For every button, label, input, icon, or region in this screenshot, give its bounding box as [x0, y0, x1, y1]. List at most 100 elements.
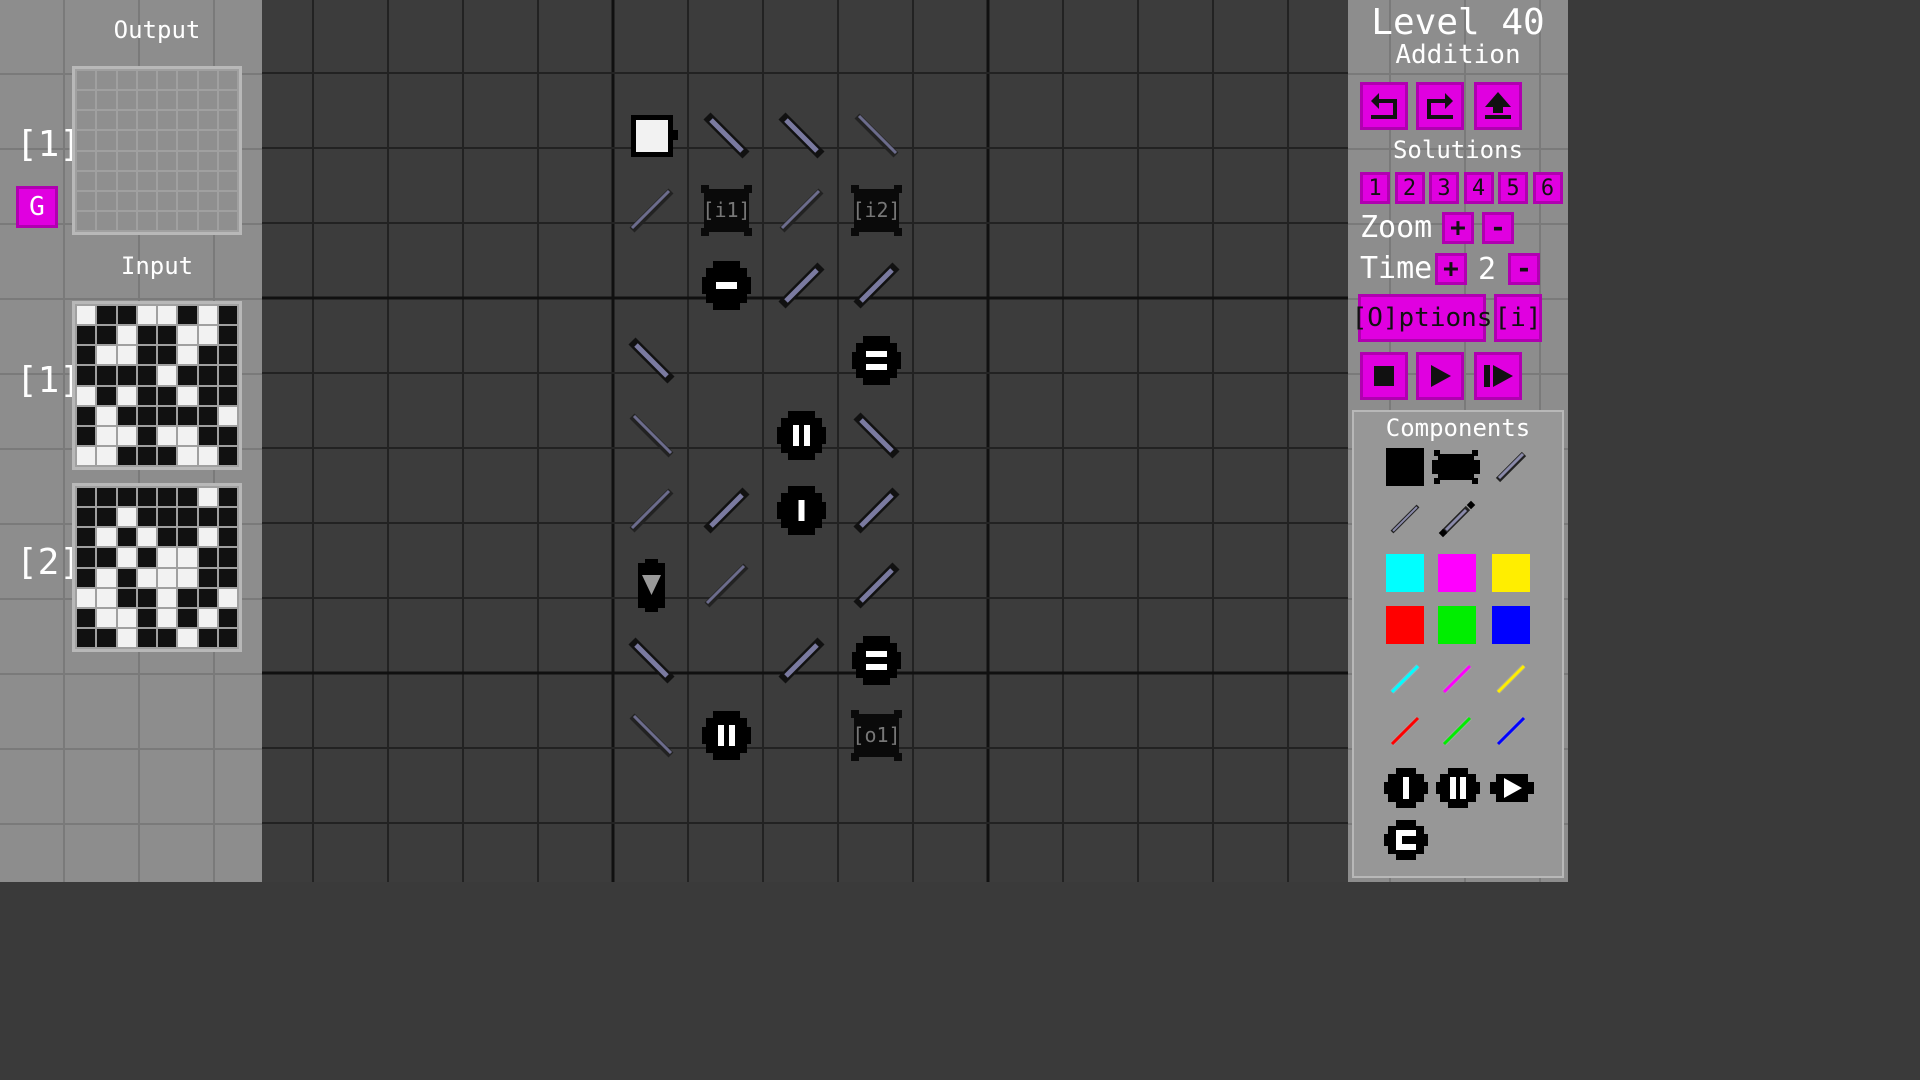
input-1-pixel	[77, 386, 96, 405]
components-title: Components	[1385, 414, 1531, 442]
board-thin-wire[interactable]	[689, 548, 764, 623]
board-wire[interactable]	[839, 548, 914, 623]
board-wire[interactable]	[689, 473, 764, 548]
red-wire-component[interactable]	[1386, 712, 1424, 750]
yellow-wire-component[interactable]	[1492, 660, 1530, 698]
solution-4-button[interactable]: 4	[1463, 172, 1494, 204]
play-button[interactable]	[1416, 352, 1464, 400]
options-button[interactable]: [O]ptions	[1352, 294, 1492, 342]
board-wire[interactable]	[614, 623, 689, 698]
stop-button[interactable]	[1360, 352, 1408, 400]
output-pixel	[198, 171, 217, 190]
input-1-pixel	[77, 346, 96, 365]
output-pixel	[77, 151, 96, 170]
undo-button[interactable]	[1360, 82, 1408, 130]
board-gate-equals[interactable]	[839, 323, 914, 398]
zoom-label: Zoom	[1360, 210, 1433, 245]
input-1-pixel	[97, 406, 116, 425]
play-icon	[1431, 365, 1451, 387]
gate-one-component[interactable]	[1384, 766, 1428, 810]
output-pixel	[158, 151, 177, 170]
gate-play-component[interactable]	[1490, 766, 1534, 810]
board-thin-wire[interactable]	[614, 173, 689, 248]
board-thin-wire[interactable]	[764, 173, 839, 248]
output-pixel	[117, 91, 136, 110]
board-wire[interactable]	[689, 98, 764, 173]
gate-c-component[interactable]	[1384, 818, 1428, 862]
cyan-block-component[interactable]	[1386, 554, 1424, 592]
input-2-pixel	[178, 628, 197, 647]
board-gate-down[interactable]	[614, 548, 689, 623]
time-increase-button[interactable]: +	[1435, 253, 1467, 285]
redo-button[interactable]	[1416, 82, 1464, 130]
board-thin-wire[interactable]	[614, 473, 689, 548]
input-1-pixel	[178, 346, 197, 365]
board-port-node[interactable]: [i1]	[689, 173, 764, 248]
g-button[interactable]: G	[16, 186, 58, 228]
magenta-block-component[interactable]	[1438, 554, 1476, 592]
magenta-wire-component[interactable]	[1438, 660, 1476, 698]
input-2-pixel	[97, 548, 116, 567]
output-pixel	[178, 171, 197, 190]
input-1-pixel	[117, 326, 136, 345]
board-thin-wire[interactable]	[614, 398, 689, 473]
board-gate-two[interactable]	[764, 398, 839, 473]
board-wire[interactable]	[764, 248, 839, 323]
board-wire[interactable]	[839, 473, 914, 548]
blue-wire-component[interactable]	[1492, 712, 1530, 750]
gate-two-component[interactable]	[1436, 766, 1480, 810]
thin-wire-component[interactable]	[1386, 500, 1424, 538]
level-title: Level 40	[1371, 2, 1545, 43]
input-1-pixel	[97, 306, 116, 325]
port-component[interactable]	[1432, 448, 1480, 486]
bridge-wire-component[interactable]	[1438, 500, 1476, 538]
circuit-board[interactable]: [i1] [i2] [o1]	[262, 0, 1348, 882]
board-wire[interactable]	[614, 323, 689, 398]
input-2-pixel	[117, 488, 136, 507]
board-wire[interactable]	[839, 248, 914, 323]
board-port-node[interactable]: [i2]	[839, 173, 914, 248]
eject-button[interactable]	[1474, 82, 1522, 130]
board-source-block[interactable]	[614, 98, 689, 173]
solution-1-button[interactable]: 1	[1360, 172, 1390, 204]
input-2-pixel	[77, 628, 96, 647]
time-decrease-button[interactable]: -	[1508, 253, 1540, 285]
solution-5-button[interactable]: 5	[1498, 172, 1528, 204]
info-button[interactable]: [i]	[1494, 294, 1542, 342]
blue-block-component[interactable]	[1492, 606, 1530, 644]
input-2-pixel	[77, 568, 96, 587]
board-wire[interactable]	[839, 398, 914, 473]
red-block-component[interactable]	[1386, 606, 1424, 644]
step-button[interactable]	[1474, 352, 1522, 400]
input-1-pixel	[198, 446, 217, 465]
board-gate-equals[interactable]	[839, 623, 914, 698]
board-gate-two[interactable]	[689, 698, 764, 773]
output-pixel	[178, 131, 197, 150]
wire-component[interactable]	[1492, 448, 1530, 486]
cyan-wire-component[interactable]	[1386, 660, 1424, 698]
board-gate-minus[interactable]	[689, 248, 764, 323]
solution-2-button[interactable]: 2	[1394, 172, 1425, 204]
input-1-pixel	[77, 406, 96, 425]
block-component[interactable]	[1386, 448, 1424, 486]
zoom-out-button[interactable]: -	[1482, 212, 1514, 244]
input-2-pixel	[198, 548, 217, 567]
output-pixel	[117, 131, 136, 150]
green-wire-component[interactable]	[1438, 712, 1476, 750]
board-gate-one[interactable]	[764, 473, 839, 548]
board-thin-wire[interactable]	[614, 698, 689, 773]
board-wire[interactable]	[764, 98, 839, 173]
yellow-block-component[interactable]	[1492, 554, 1530, 592]
input-1-pixel	[117, 366, 136, 385]
solution-6-button[interactable]: 6	[1532, 172, 1563, 204]
board-thin-wire[interactable]	[839, 98, 914, 173]
board-wire[interactable]	[764, 623, 839, 698]
output-pixel	[77, 111, 96, 130]
green-block-component[interactable]	[1438, 606, 1476, 644]
input-2-pixel	[218, 588, 237, 607]
zoom-in-button[interactable]: +	[1442, 212, 1474, 244]
output-grid[interactable]	[72, 66, 242, 235]
input-1-pixel	[218, 426, 237, 445]
board-port-node[interactable]: [o1]	[839, 698, 914, 773]
solution-3-button[interactable]: 3	[1429, 172, 1459, 204]
